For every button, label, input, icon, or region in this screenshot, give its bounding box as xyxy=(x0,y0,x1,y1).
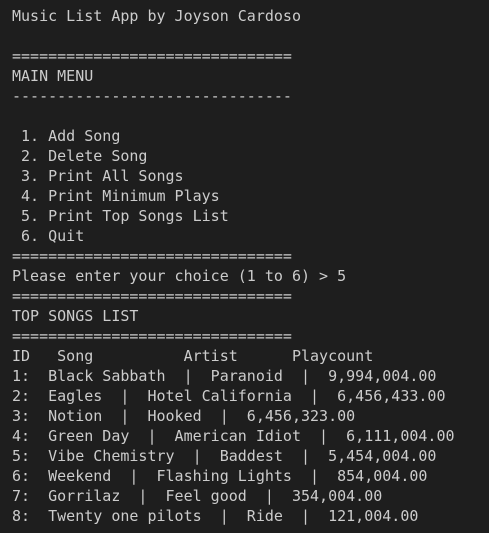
menu-option-add-song: 1. Add Song xyxy=(12,127,121,145)
separator-line: =============================== xyxy=(12,327,292,345)
separator-line: =============================== xyxy=(12,47,292,65)
menu-option-print-top-songs: 5. Print Top Songs List xyxy=(12,207,229,225)
terminal-output[interactable]: Music List App by Joyson Cardoso =======… xyxy=(0,0,489,533)
song-row: 4: Green Day | American Idiot | 6,111,00… xyxy=(12,427,455,445)
songs-table-header: ID Song Artist Playcount xyxy=(12,347,374,365)
separator-line: =============================== xyxy=(12,247,292,265)
song-row: 8: Twenty one pilots | Ride | 121,004.00 xyxy=(12,507,419,525)
menu-option-quit: 6. Quit xyxy=(12,227,85,245)
choice-prompt: Please enter your choice (1 to 6) > 5 xyxy=(12,267,347,285)
separator-line: =============================== xyxy=(12,287,292,305)
app-title: Music List App by Joyson Cardoso xyxy=(12,7,301,25)
menu-option-print-all-songs: 3. Print All Songs xyxy=(12,167,184,185)
song-row: 1: Black Sabbath | Paranoid | 9,994,004.… xyxy=(12,367,437,385)
top-songs-heading: TOP SONGS LIST xyxy=(12,307,139,325)
song-row: 2: Eagles | Hotel California | 6,456,433… xyxy=(12,387,446,405)
separator-line: ------------------------------- xyxy=(12,87,292,105)
song-row: 3: Notion | Hooked | 6,456,323.00 xyxy=(12,407,356,425)
menu-option-print-minimum-plays: 4. Print Minimum Plays xyxy=(12,187,220,205)
song-row: 6: Weekend | Flashing Lights | 854,004.0… xyxy=(12,467,428,485)
main-menu-heading: MAIN MENU xyxy=(12,67,94,85)
song-row: 5: Vibe Chemistry | Baddest | 5,454,004.… xyxy=(12,447,437,465)
song-row: 7: Gorrilaz | Feel good | 354,004.00 xyxy=(12,487,383,505)
menu-option-delete-song: 2. Delete Song xyxy=(12,147,148,165)
